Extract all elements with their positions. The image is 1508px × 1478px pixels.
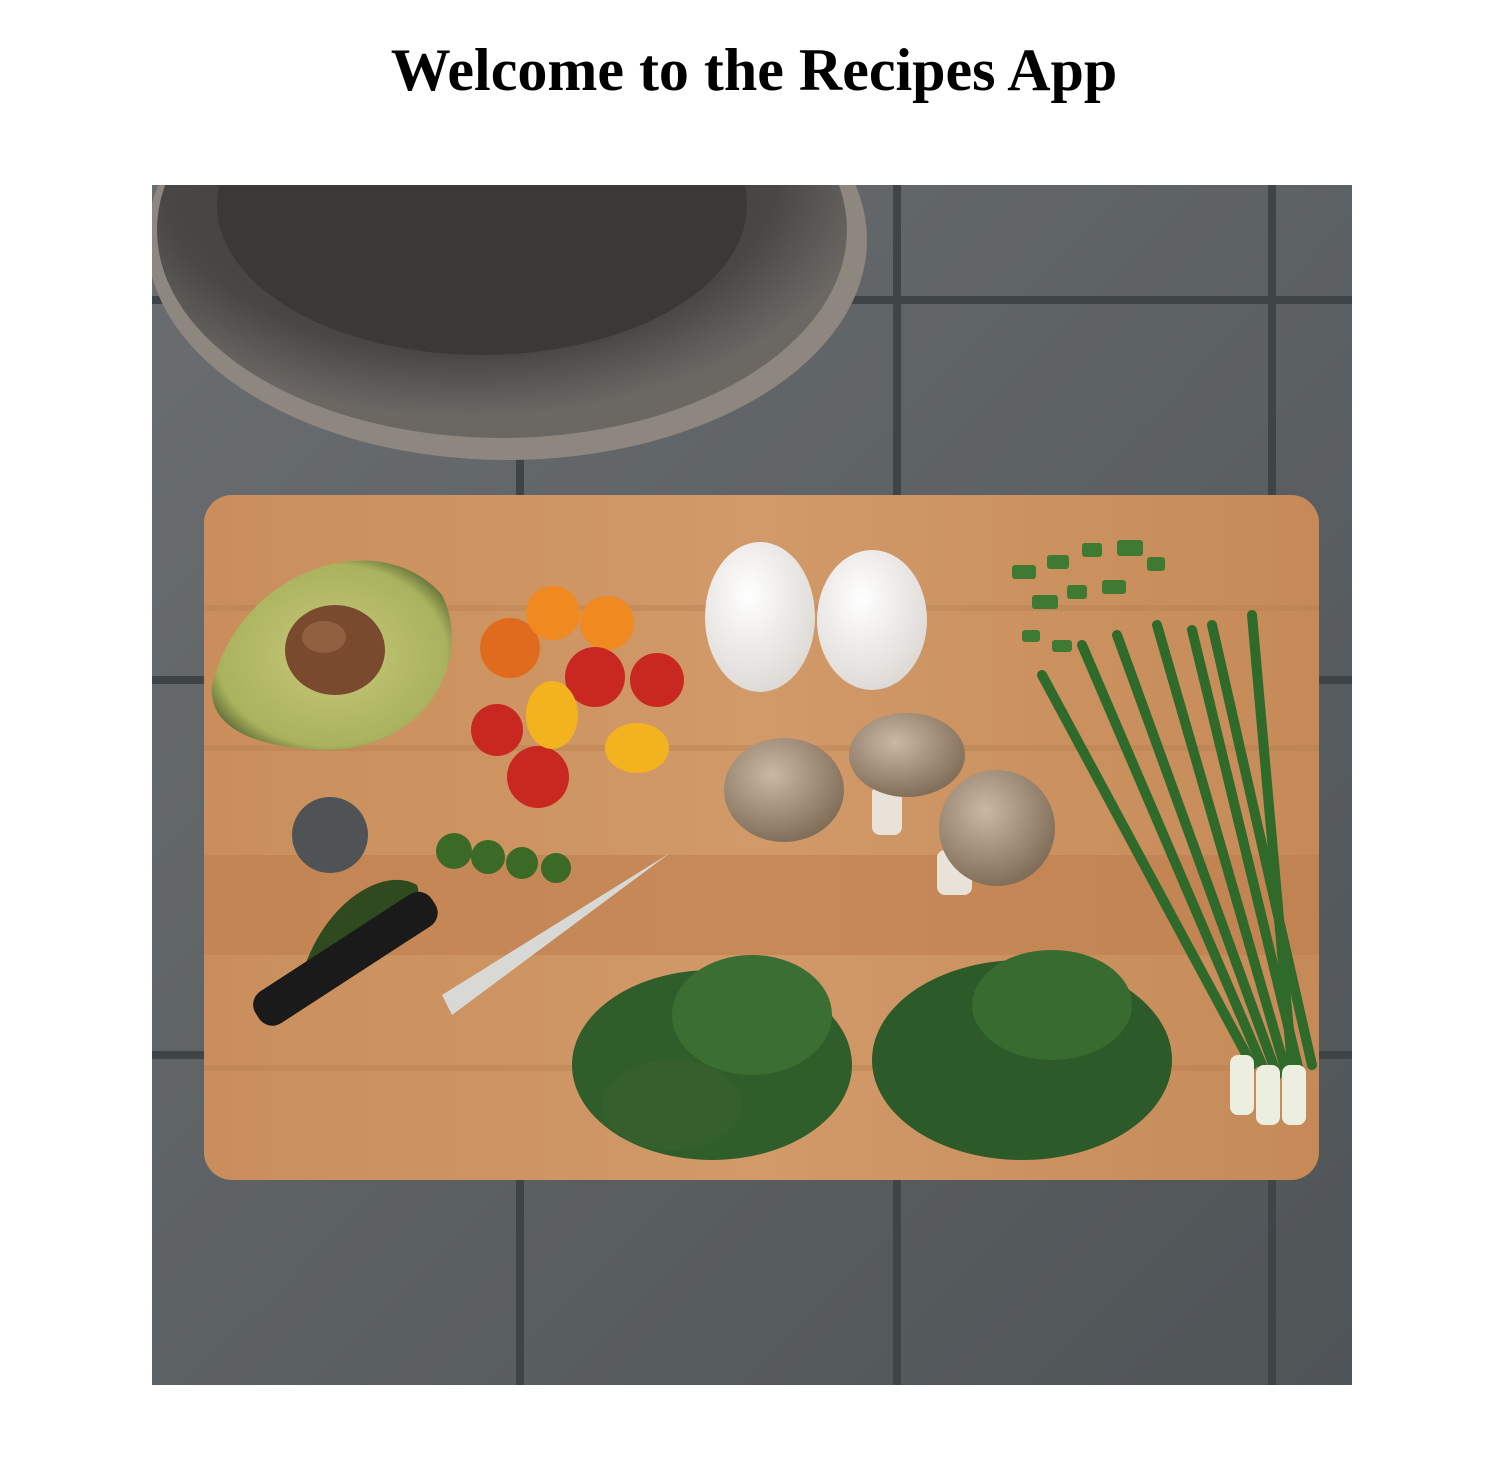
hero-image-art: [152, 185, 1352, 1385]
green-onion-bulbs: [1230, 1055, 1306, 1125]
hero-image: [152, 185, 1352, 1385]
page-title: Welcome to the Recipes App: [390, 37, 1118, 103]
